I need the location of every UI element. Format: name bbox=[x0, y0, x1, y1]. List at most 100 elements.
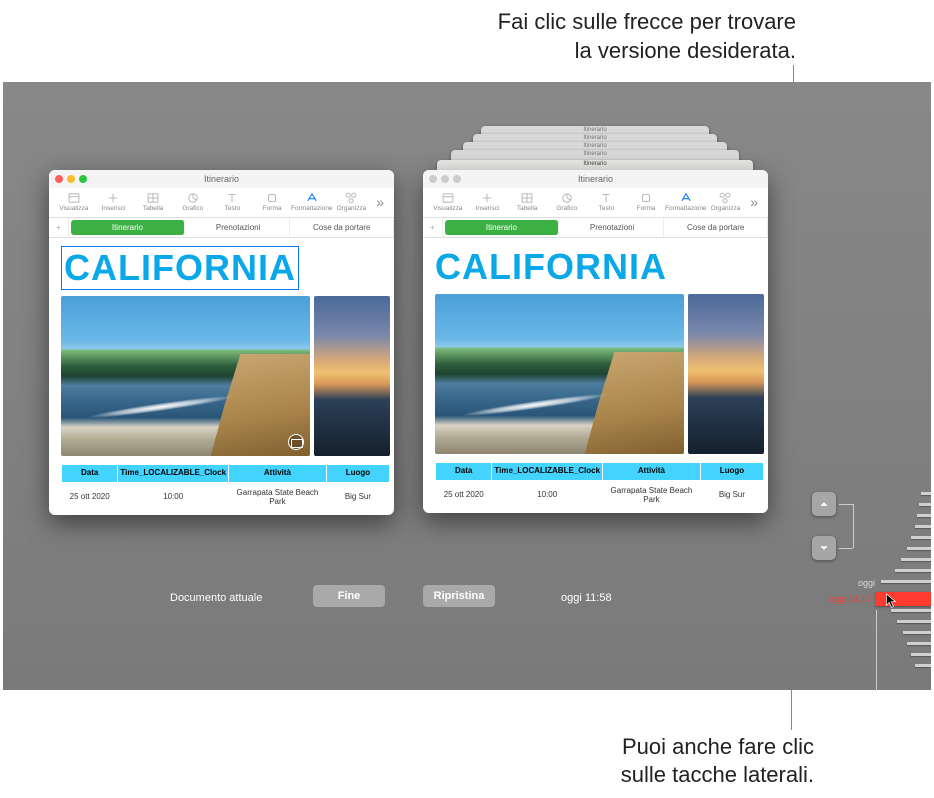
timeline-tick[interactable] bbox=[897, 620, 931, 623]
toolbar-format[interactable]: Formattazione bbox=[293, 191, 331, 212]
add-tab-button[interactable]: + bbox=[49, 218, 69, 237]
timeline-tick[interactable] bbox=[895, 569, 931, 572]
timeline-tick[interactable] bbox=[915, 525, 931, 528]
col-place: Luogo bbox=[700, 463, 763, 481]
done-button[interactable]: Fine bbox=[313, 585, 385, 607]
titlebar: Itinerario bbox=[49, 170, 394, 188]
current-document-window: Itinerario Visualizza Inserisci Tabella … bbox=[49, 170, 394, 515]
window-title: Itinerario bbox=[49, 174, 394, 184]
toolbar-overflow-icon: » bbox=[746, 194, 762, 210]
timeline-tick[interactable] bbox=[917, 514, 931, 517]
timeline-tick[interactable] bbox=[907, 547, 931, 550]
timeline-selected-tick[interactable] bbox=[875, 592, 931, 606]
version-time-label: oggi 11:58 bbox=[561, 592, 612, 604]
add-tab-button: + bbox=[423, 218, 443, 237]
col-time[interactable]: Time_LOCALIZABLE_Clock bbox=[118, 465, 229, 483]
version-document-window: Itinerario Visualizza Inserisci Tabella … bbox=[423, 170, 768, 513]
callout-ticks: Puoi anche fare clic sulle tacche latera… bbox=[621, 733, 814, 790]
data-table[interactable]: Data Time_LOCALIZABLE_Clock Attività Luo… bbox=[61, 464, 390, 511]
tab-cose[interactable]: Cose da portare bbox=[290, 218, 394, 237]
tab-prenotazioni: Prenotazioni bbox=[561, 218, 665, 237]
toolbar-view: Visualizza bbox=[429, 191, 467, 212]
col-activity[interactable]: Attività bbox=[229, 465, 327, 483]
image-icon[interactable] bbox=[288, 434, 304, 450]
callout-text: la versione desiderata. bbox=[498, 37, 796, 66]
leader-line bbox=[791, 690, 792, 730]
col-activity: Attività bbox=[603, 463, 701, 481]
version-prev-button[interactable] bbox=[812, 492, 836, 516]
leader-line bbox=[876, 610, 877, 690]
version-timeline[interactable]: oggi oggi 14:17 bbox=[871, 492, 931, 675]
toolbar: Visualizza Inserisci Tabella Grafico Tes… bbox=[423, 188, 768, 218]
cursor-icon bbox=[885, 592, 899, 610]
toolbar-format: Formattazione bbox=[667, 191, 705, 212]
toolbar-shape: Forma bbox=[627, 191, 665, 212]
toolbar-organize[interactable]: Organizza bbox=[333, 191, 371, 212]
toolbar-shape[interactable]: Forma bbox=[253, 191, 291, 212]
timeline-tick[interactable] bbox=[911, 536, 931, 539]
toolbar-text[interactable]: Testo bbox=[214, 191, 252, 212]
toolbar-text: Testo bbox=[588, 191, 626, 212]
timeline-tick[interactable] bbox=[921, 492, 931, 495]
data-table: Data Time_LOCALIZABLE_Clock Attività Luo… bbox=[435, 462, 764, 509]
timeline-tick[interactable] bbox=[901, 558, 931, 561]
cell-place: Big Sur bbox=[700, 480, 763, 509]
tab-itinerario[interactable]: Itinerario bbox=[71, 220, 185, 235]
timeline-today-label: oggi bbox=[858, 578, 875, 588]
col-date: Data bbox=[436, 463, 492, 481]
chevron-up-icon bbox=[818, 498, 830, 510]
tab-cose: Cose da portare bbox=[664, 218, 768, 237]
version-next-button[interactable] bbox=[812, 536, 836, 560]
toolbar-chart[interactable]: Grafico bbox=[174, 191, 212, 212]
timeline-selected-label: oggi 14:17 bbox=[829, 594, 871, 604]
col-place[interactable]: Luogo bbox=[326, 465, 389, 483]
toolbar-view[interactable]: Visualizza bbox=[55, 191, 93, 212]
table-row[interactable]: 25 ott 2020 10:00 Garrapata State Beach … bbox=[62, 482, 390, 511]
leader-line bbox=[839, 504, 853, 505]
toolbar-chart: Grafico bbox=[548, 191, 586, 212]
document-body: CALIFORNIA Data Time_LOCALIZABLE_Clock A… bbox=[49, 238, 394, 515]
cell-place: Big Sur bbox=[326, 482, 389, 511]
cell-time: 10:00 bbox=[492, 480, 603, 509]
table-header-row: Data Time_LOCALIZABLE_Clock Attività Luo… bbox=[436, 463, 764, 481]
photo-sunset[interactable] bbox=[314, 296, 390, 456]
toolbar: Visualizza Inserisci Tabella Grafico Tes… bbox=[49, 188, 394, 218]
timeline-tick[interactable] bbox=[919, 503, 931, 506]
table-row: 25 ott 2020 10:00 Garrapata State Beach … bbox=[436, 480, 764, 509]
sheet-tabs: + Itinerario Prenotazioni Cose da portar… bbox=[49, 218, 394, 238]
photo-sunset bbox=[688, 294, 764, 454]
cell-date: 25 ott 2020 bbox=[62, 482, 118, 511]
cell-time: 10:00 bbox=[118, 482, 229, 511]
toolbar-insert[interactable]: Inserisci bbox=[95, 191, 133, 212]
titlebar: Itinerario bbox=[423, 170, 768, 188]
timeline-tick[interactable] bbox=[911, 653, 931, 656]
cell-date: 25 ott 2020 bbox=[436, 480, 492, 509]
sheet-tabs: + Itinerario Prenotazioni Cose da portar… bbox=[423, 218, 768, 238]
restore-button[interactable]: Ripristina bbox=[423, 585, 495, 607]
time-machine-stage: Itinerario Itinerario Itinerario Itinera… bbox=[3, 82, 931, 690]
toolbar-organize: Organizza bbox=[707, 191, 745, 212]
document-body: CALIFORNIA Data Time_LOCALIZABLE_Clock A… bbox=[423, 238, 768, 513]
timeline-tick[interactable] bbox=[915, 664, 931, 667]
callout-text: Fai clic sulle frecce per trovare bbox=[498, 8, 796, 37]
photo-coast[interactable] bbox=[61, 296, 310, 456]
tab-prenotazioni[interactable]: Prenotazioni bbox=[187, 218, 291, 237]
window-title: Itinerario bbox=[423, 174, 768, 184]
toolbar-table[interactable]: Tabella bbox=[134, 191, 172, 212]
toolbar-overflow-icon[interactable]: » bbox=[372, 194, 388, 210]
selected-headline[interactable]: CALIFORNIA bbox=[61, 246, 299, 290]
leader-line bbox=[839, 548, 853, 549]
table-header-row: Data Time_LOCALIZABLE_Clock Attività Luo… bbox=[62, 465, 390, 483]
leader-line bbox=[793, 65, 794, 82]
current-doc-label: Documento attuale bbox=[170, 592, 262, 604]
headline-text: CALIFORNIA bbox=[64, 247, 296, 288]
toolbar-table: Tabella bbox=[508, 191, 546, 212]
tab-itinerario: Itinerario bbox=[445, 220, 559, 235]
headline-text: CALIFORNIA bbox=[435, 246, 667, 287]
leader-line bbox=[853, 504, 854, 548]
col-date[interactable]: Data bbox=[62, 465, 118, 483]
timeline-tick[interactable] bbox=[903, 631, 931, 634]
cell-activity: Garrapata State Beach Park bbox=[229, 482, 327, 511]
timeline-tick[interactable] bbox=[907, 642, 931, 645]
timeline-tick-today[interactable] bbox=[881, 580, 931, 583]
